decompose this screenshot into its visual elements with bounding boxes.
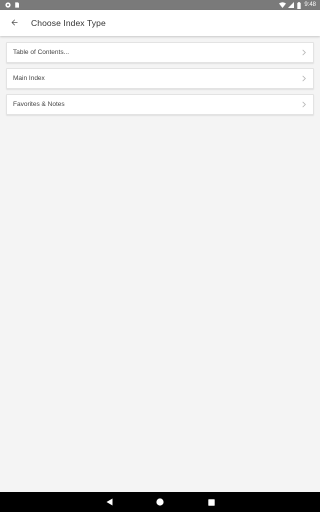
- back-triangle-icon: [106, 493, 113, 511]
- signal-icon: [288, 2, 295, 8]
- wifi-icon: [279, 2, 287, 8]
- list-item-table-of-contents[interactable]: Table of Contents...: [6, 42, 314, 63]
- status-bar: 9:48: [0, 0, 320, 10]
- chevron-right-icon: [299, 95, 309, 114]
- screen: 9:48 Choose Index Type Table of Contents…: [0, 0, 320, 512]
- chevron-right-icon: [299, 69, 309, 88]
- nav-recents-button[interactable]: [201, 492, 221, 512]
- nav-home-button[interactable]: [150, 492, 170, 512]
- sim-card-icon: [14, 2, 20, 8]
- list-item-favorites-notes[interactable]: Favorites & Notes: [6, 94, 314, 115]
- status-right-icons: 9:48: [279, 0, 316, 10]
- recents-square-icon: [207, 493, 215, 511]
- status-left-icons: [5, 0, 20, 10]
- back-button[interactable]: [0, 10, 28, 36]
- chevron-right-icon: [299, 43, 309, 62]
- list-item-main-index[interactable]: Main Index: [6, 68, 314, 89]
- arrow-left-icon: [10, 14, 19, 32]
- battery-icon: [297, 2, 302, 9]
- list-item-label: Table of Contents...: [13, 49, 70, 56]
- navigation-bar: [0, 492, 320, 512]
- home-circle-icon: [156, 493, 164, 511]
- status-time: 9:48: [304, 2, 316, 8]
- settings-icon: [5, 2, 11, 8]
- nav-back-button[interactable]: [99, 492, 119, 512]
- app-bar: Choose Index Type: [0, 10, 320, 36]
- list-item-label: Main Index: [13, 75, 45, 82]
- page-title: Choose Index Type: [31, 18, 106, 28]
- index-type-list: Table of Contents... Main Index Favorite…: [6, 42, 314, 120]
- list-item-label: Favorites & Notes: [13, 101, 65, 108]
